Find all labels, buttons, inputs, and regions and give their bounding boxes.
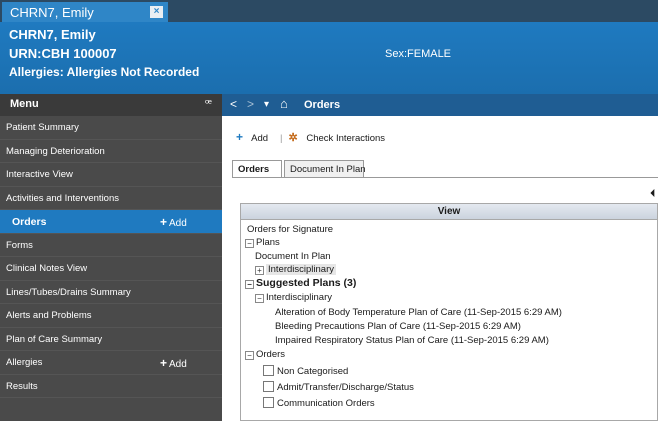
side-menu: Menu ꟹ Patient Summary Managing Deterior… (0, 94, 222, 421)
orders-view-panel: View Orders for Signature − Plans Documen… (240, 203, 658, 421)
tree-item-admit-transfer[interactable]: Admit/Transfer/Discharge/Status (263, 381, 414, 393)
tree-item-communication-orders[interactable]: Communication Orders (263, 397, 375, 409)
menu-item-plan-of-care-summary[interactable]: Plan of Care Summary (0, 328, 222, 351)
menu-title: Menu (10, 98, 39, 110)
tree-item-interdisciplinary-plans[interactable]: + Interdisciplinary (255, 264, 336, 275)
tab-document-in-plan[interactable]: Document In Plan (284, 160, 366, 178)
tree-item-plan-bleeding-precautions[interactable]: Bleeding Precautions Plan of Care (11-Se… (275, 321, 521, 332)
tree-item-label: Interdisciplinary (266, 264, 336, 275)
tree-item-document-in-plan[interactable]: Document In Plan (255, 251, 331, 262)
add-allergies-label: Add (169, 359, 187, 370)
patient-banner: CHRN7, Emily URN:CBH 100007 Allergies: A… (0, 22, 658, 94)
checkbox[interactable] (263, 397, 274, 408)
collapse-panel-icon[interactable]: ⏴ (650, 188, 656, 201)
patient-urn: URN:CBH 100007 (9, 46, 117, 61)
menu-item-interactive-view[interactable]: Interactive View (0, 163, 222, 187)
plus-icon: + (160, 356, 168, 370)
menu-item-label: Alerts and Problems (6, 310, 92, 321)
tree-item-label: Suggested Plans (3) (256, 277, 357, 289)
menu-item-orders[interactable]: Orders + Add (0, 210, 222, 234)
collapse-icon[interactable]: − (245, 239, 254, 248)
menu-item-activities-interventions[interactable]: Activities and Interventions (0, 187, 222, 210)
plus-icon: + (236, 130, 244, 144)
forward-arrow-icon[interactable]: > (247, 97, 254, 111)
add-order-button[interactable]: + Add (236, 130, 274, 144)
check-interactions-button[interactable]: ✲ Check Interactions (288, 132, 392, 144)
menu-item-label: Orders (12, 216, 47, 228)
menu-item-label: Patient Summary (6, 122, 79, 133)
menu-item-label: Clinical Notes View (6, 263, 88, 274)
menu-item-forms[interactable]: Forms (0, 234, 222, 257)
back-arrow-icon[interactable]: < (230, 97, 237, 111)
patient-tab-strip: CHRN7, Emily × (0, 0, 658, 22)
history-dropdown-icon[interactable]: ▾ (264, 99, 269, 110)
tree-item-label: Alteration of Body Temperature Plan of C… (275, 307, 562, 318)
tree-item-orders[interactable]: − Orders (245, 349, 285, 360)
menu-item-clinical-notes-view[interactable]: Clinical Notes View (0, 257, 222, 281)
navigation-bar: < > ▾ ⌂ Orders (222, 94, 658, 116)
checkbox[interactable] (263, 381, 274, 392)
menu-item-managing-deterioration[interactable]: Managing Deterioration (0, 140, 222, 163)
add-order-label: Add (251, 133, 269, 144)
tree-item-label: Orders (256, 349, 286, 360)
tree-item-plan-respiratory-status[interactable]: Impaired Respiratory Status Plan of Care… (275, 335, 549, 346)
add-allergies-button[interactable]: + Add (160, 356, 187, 370)
tree-item-label: Bleeding Precautions Plan of Care (11-Se… (275, 321, 521, 332)
patient-allergies: Allergies: Allergies Not Recorded (9, 65, 200, 79)
tree-item-suggested-plans[interactable]: − Suggested Plans (3) (245, 277, 356, 289)
toolbar-divider: | (280, 133, 283, 144)
menu-item-alerts-problems[interactable]: Alerts and Problems (0, 304, 222, 328)
home-icon[interactable]: ⌂ (280, 96, 288, 111)
collapse-icon[interactable]: − (245, 351, 254, 360)
orders-toolbar: + Add | ✲ Check Interactions (236, 130, 397, 146)
view-column-header: View (241, 204, 657, 220)
tree-item-non-categorised[interactable]: Non Categorised (263, 365, 348, 377)
expand-icon[interactable]: + (255, 266, 264, 275)
tree-item-label: Admit/Transfer/Discharge/Status (277, 382, 414, 393)
collapse-icon[interactable]: − (245, 280, 254, 289)
tree-item-plans[interactable]: − Plans (245, 237, 280, 248)
patient-tab-label: CHRN7, Emily (10, 5, 94, 20)
menu-item-label: Activities and Interventions (6, 192, 120, 204)
tree-item-orders-for-signature[interactable]: Orders for Signature (247, 224, 333, 235)
tree-item-label: Impaired Respiratory Status Plan of Care… (275, 335, 549, 346)
checkbox[interactable] (263, 365, 274, 376)
pin-icon[interactable]: ꟹ (205, 97, 212, 110)
tree-item-label: Communication Orders (277, 398, 375, 409)
menu-item-label: Allergies (6, 357, 43, 368)
tree-item-label: Non Categorised (277, 366, 349, 377)
menu-item-results[interactable]: Results (0, 375, 222, 398)
menu-header: Menu ꟹ (0, 94, 222, 116)
menu-item-label: Plan of Care Summary (6, 333, 103, 345)
tab-orders[interactable]: Orders (232, 160, 282, 178)
tree-item-label: Document In Plan (255, 251, 331, 262)
tree-item-label: Orders for Signature (247, 224, 334, 235)
menu-item-label: Managing Deterioration (6, 145, 105, 157)
menu-item-allergies[interactable]: Allergies + Add (0, 351, 222, 375)
collapse-icon[interactable]: − (255, 294, 264, 303)
add-orders-label: Add (169, 218, 187, 229)
patient-name: CHRN7, Emily (9, 27, 96, 42)
check-interactions-label: Check Interactions (306, 133, 386, 144)
menu-item-label: Results (6, 380, 38, 392)
tree-item-label: Plans (256, 237, 280, 248)
pill-icon: ✲ (288, 132, 298, 144)
menu-item-label: Lines/Tubes/Drains Summary (6, 286, 131, 298)
tab-divider (232, 177, 658, 178)
menu-item-patient-summary[interactable]: Patient Summary (0, 116, 222, 140)
tree-item-interdisciplinary-suggested[interactable]: − Interdisciplinary (255, 292, 332, 303)
tree-item-label: Interdisciplinary (266, 292, 332, 303)
add-orders-button[interactable]: + Add (160, 215, 187, 229)
tree-item-plan-body-temperature[interactable]: Alteration of Body Temperature Plan of C… (275, 307, 562, 318)
plus-icon: + (160, 215, 168, 229)
menu-item-label: Forms (6, 239, 33, 251)
page-title: Orders (304, 99, 341, 111)
close-tab-icon[interactable]: × (150, 6, 163, 18)
menu-item-lines-tubes-drains[interactable]: Lines/Tubes/Drains Summary (0, 281, 222, 304)
menu-item-label: Interactive View (6, 169, 73, 180)
patient-tab[interactable]: CHRN7, Emily × (2, 2, 168, 22)
patient-sex: Sex:FEMALE (385, 48, 452, 60)
